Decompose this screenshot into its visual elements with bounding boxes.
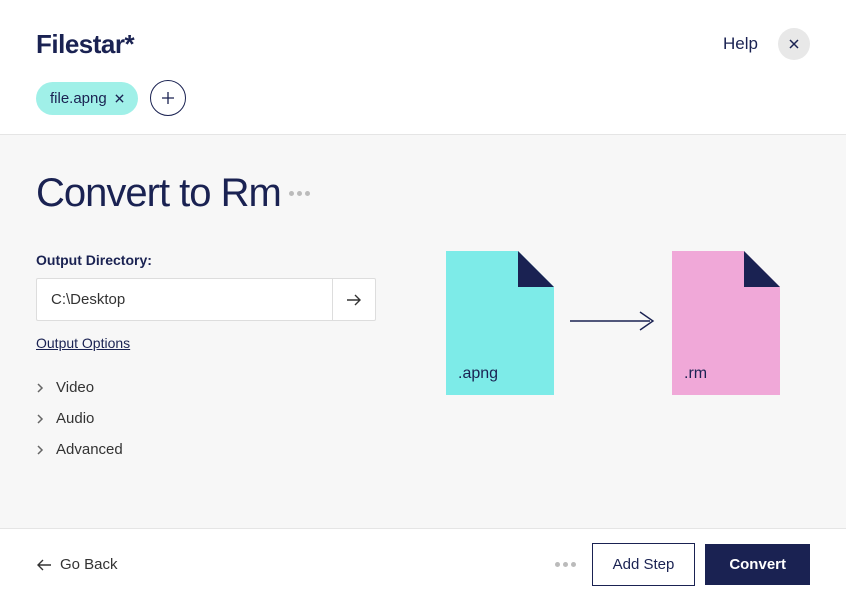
chevron-right-icon bbox=[36, 382, 44, 394]
output-options-link[interactable]: Output Options bbox=[36, 335, 130, 351]
more-icon[interactable] bbox=[289, 191, 310, 196]
expand-audio[interactable]: Audio bbox=[36, 410, 376, 427]
page-title-text: Convert to Rm bbox=[36, 171, 281, 216]
source-file-graphic: .apng bbox=[446, 251, 554, 395]
expand-video[interactable]: Video bbox=[36, 379, 376, 396]
output-directory-label: Output Directory: bbox=[36, 252, 376, 268]
conversion-illustration: .apng .rm bbox=[416, 171, 810, 492]
arrow-right-icon bbox=[568, 309, 658, 338]
add-step-button[interactable]: Add Step bbox=[592, 543, 696, 586]
logo: Filestar* bbox=[36, 29, 134, 60]
source-file-ext: .apng bbox=[458, 365, 498, 383]
chevron-right-icon bbox=[36, 413, 44, 425]
plus-icon bbox=[161, 91, 175, 105]
expand-label: Audio bbox=[56, 410, 94, 427]
output-directory-input[interactable] bbox=[36, 278, 332, 321]
expand-label: Advanced bbox=[56, 441, 123, 458]
file-chip-remove[interactable] bbox=[115, 94, 124, 103]
expand-label: Video bbox=[56, 379, 94, 396]
close-icon bbox=[115, 94, 124, 103]
close-icon bbox=[789, 39, 799, 49]
arrow-right-icon bbox=[346, 293, 362, 307]
add-file-button[interactable] bbox=[150, 80, 186, 116]
convert-button[interactable]: Convert bbox=[705, 544, 810, 585]
chevron-right-icon bbox=[36, 444, 44, 456]
target-file-graphic: .rm bbox=[672, 251, 780, 395]
go-back-button[interactable]: Go Back bbox=[36, 556, 118, 573]
more-button[interactable] bbox=[549, 556, 582, 573]
page-title: Convert to Rm bbox=[36, 171, 376, 216]
go-back-label: Go Back bbox=[60, 556, 118, 573]
browse-button[interactable] bbox=[332, 278, 376, 321]
file-chip-label: file.apng bbox=[50, 90, 107, 107]
file-chip[interactable]: file.apng bbox=[36, 82, 138, 115]
expand-advanced[interactable]: Advanced bbox=[36, 441, 376, 458]
close-button[interactable] bbox=[778, 28, 810, 60]
target-file-ext: .rm bbox=[684, 365, 707, 383]
more-icon bbox=[555, 562, 576, 567]
help-link[interactable]: Help bbox=[723, 34, 758, 54]
arrow-left-icon bbox=[36, 558, 52, 572]
